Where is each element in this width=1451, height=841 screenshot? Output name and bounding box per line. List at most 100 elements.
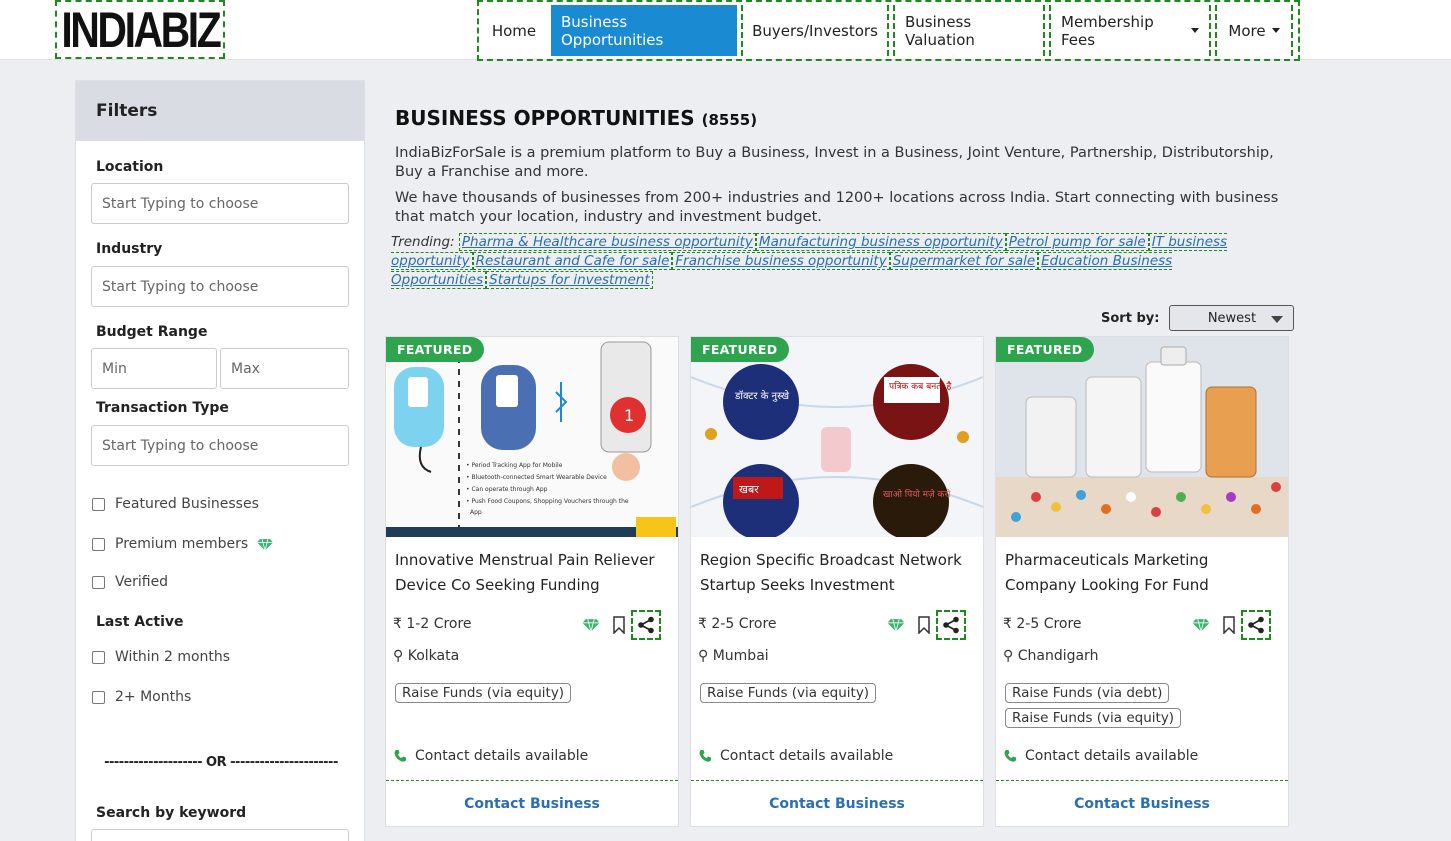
contact-available: Contact details available [698,748,893,764]
card-title[interactable]: Innovative Menstrual Pain Reliever Devic… [395,548,665,598]
2plus-months-check[interactable]: 2+ Months [92,689,191,705]
nav-more[interactable]: More [1215,5,1293,56]
image-caption: खाओ पियो मज़े करो [883,488,951,500]
nav-business-opportunities[interactable]: Business Opportunities [551,5,737,56]
within-2-months-check[interactable]: Within 2 months [92,649,230,665]
bookmark-icon [1223,616,1235,634]
chevron-down-icon [1191,28,1199,33]
phone-icon [1004,750,1016,762]
trending-link[interactable]: Restaurant and Cafe for sale [472,252,673,270]
card-actions [581,610,661,640]
filters-title: Filters [76,81,364,141]
card-title[interactable]: Pharmaceuticals Marketing Company Lookin… [1005,548,1275,598]
location: ⚲ Mumbai [698,648,769,664]
svg-text:• Can operate through App: • Can operate through App [466,486,548,493]
contact-business-button[interactable]: Contact Business [691,780,983,827]
checkbox[interactable] [92,497,105,511]
share-button[interactable] [936,610,966,640]
featured-badge: FEATURED [386,337,485,362]
checkbox[interactable] [92,575,105,589]
svg-text:1: 1 [624,406,634,425]
result-count: (8555) [701,111,758,129]
industry-input[interactable]: Start Typing to choose [91,266,349,307]
nav-home[interactable]: Home [481,5,547,56]
nav-business-valuation[interactable]: Business Valuation [893,5,1045,56]
trending-link[interactable]: Supermarket for sale [889,252,1039,270]
diamond-icon [257,538,274,551]
transaction-type-label: Transaction Type [96,400,229,416]
location: ⚲ Kolkata [393,648,460,664]
trending-link[interactable]: Franchise business opportunity [672,252,890,270]
checkbox[interactable] [92,537,105,551]
trending-link[interactable]: Pharma & Healthcare business opportunity [458,233,756,251]
image-caption: डॉक्टर के नुस्खे [734,390,790,402]
share-button[interactable] [631,610,661,640]
tag: Raise Funds (via debt) [1005,683,1170,703]
checkbox[interactable] [92,650,105,664]
bookmark-button[interactable] [1217,610,1241,640]
business-card[interactable]: 1 • Period Tracking App for Mobile • Blu… [385,336,679,827]
bookmark-icon [613,616,625,634]
map-pin-icon: ⚲ [1003,648,1014,664]
keyword-input[interactable] [91,829,349,841]
card-image[interactable]: 1 • Period Tracking App for Mobile • Blu… [386,337,678,537]
trending-link[interactable]: Petrol pump for sale [1005,233,1149,251]
budget-min-input[interactable]: Min [91,348,217,389]
svg-text:App: App [470,509,482,516]
or-divider: -------------------- OR ----------------… [104,755,338,770]
trending-links: Trending: Pharma & Healthcare business o… [391,233,1228,289]
budget-max-input[interactable]: Max [220,348,349,389]
trending-link[interactable]: Startups for investment [486,271,653,289]
description-1: IndiaBizForSale is a premium platform to… [395,145,1274,180]
industry-label: Industry [96,241,163,257]
share-icon [1248,616,1264,634]
tag: Raise Funds (via equity) [1005,708,1182,728]
transaction-type-input[interactable]: Start Typing to choose [91,425,349,466]
card-title[interactable]: Region Specific Broadcast Network Startu… [700,548,970,598]
location-label: Location [96,159,164,175]
trending-link[interactable]: Manufacturing business opportunity [755,233,1006,251]
device-illustration: 1 • Period Tracking App for Mobile • Blu… [386,337,678,537]
site-header: INDIABIZ Home Business Opportunities Buy… [0,0,1451,61]
location-input[interactable]: Start Typing to choose [91,183,349,224]
business-card[interactable]: डॉक्टर के नुस्खे पत्रिक कब बनती है खबर ख… [690,336,984,827]
featured-businesses-check[interactable]: Featured Businesses [92,496,259,512]
page-title: BUSINESS OPPORTUNITIES (8555) [395,106,758,130]
last-active-label: Last Active [96,614,184,630]
chevron-down-icon [1271,316,1284,323]
location: ⚲ Chandigarh [1003,648,1099,664]
price: ₹ 1-2 Crore [393,616,472,632]
diamond-icon [1192,618,1210,632]
card-actions [886,610,966,640]
contact-business-button[interactable]: Contact Business [996,780,1288,827]
description-2: We have thousands of businesses from 200… [395,190,1279,225]
main-nav: Home Business Opportunities Buyers/Inves… [477,0,1300,61]
svg-text:• Bluetooth-connected Smart We: • Bluetooth-connected Smart Wearable Dev… [466,474,607,481]
tag: Raise Funds (via equity) [700,683,877,703]
image-caption: खबर [739,483,759,496]
price: ₹ 2-5 Crore [1003,616,1082,632]
card-image[interactable]: FEATURED [996,337,1288,537]
business-card[interactable]: FEATURED Pharmaceuticals Marketing Compa… [995,336,1289,827]
featured-badge: FEATURED [691,337,790,362]
diamond-icon [582,618,600,632]
tags: Raise Funds (via debt) Raise Funds (via e… [1005,682,1275,732]
contact-business-button[interactable]: Contact Business [386,780,678,827]
sort-select[interactable]: Newest [1169,305,1295,331]
tags: Raise Funds (via equity) [395,682,665,707]
card-actions [1191,610,1271,640]
nav-membership-fees[interactable]: Membership Fees [1049,5,1211,56]
bookmark-button[interactable] [912,610,936,640]
share-button[interactable] [1241,610,1271,640]
nav-buyers-investors[interactable]: Buyers/Investors [741,5,889,56]
premium-members-check[interactable]: Premium members [92,536,274,552]
site-logo[interactable]: INDIABIZ [55,0,225,59]
rupee-icon: ₹ [1003,616,1012,632]
tag: Raise Funds (via equity) [395,683,572,703]
checkbox[interactable] [92,690,105,704]
bookmark-button[interactable] [607,610,631,640]
sort-control: Sort by: Newest [1101,305,1295,331]
card-image[interactable]: डॉक्टर के नुस्खे पत्रिक कब बनती है खबर ख… [691,337,983,537]
tags: Raise Funds (via equity) [700,682,970,707]
verified-check[interactable]: Verified [92,574,168,590]
